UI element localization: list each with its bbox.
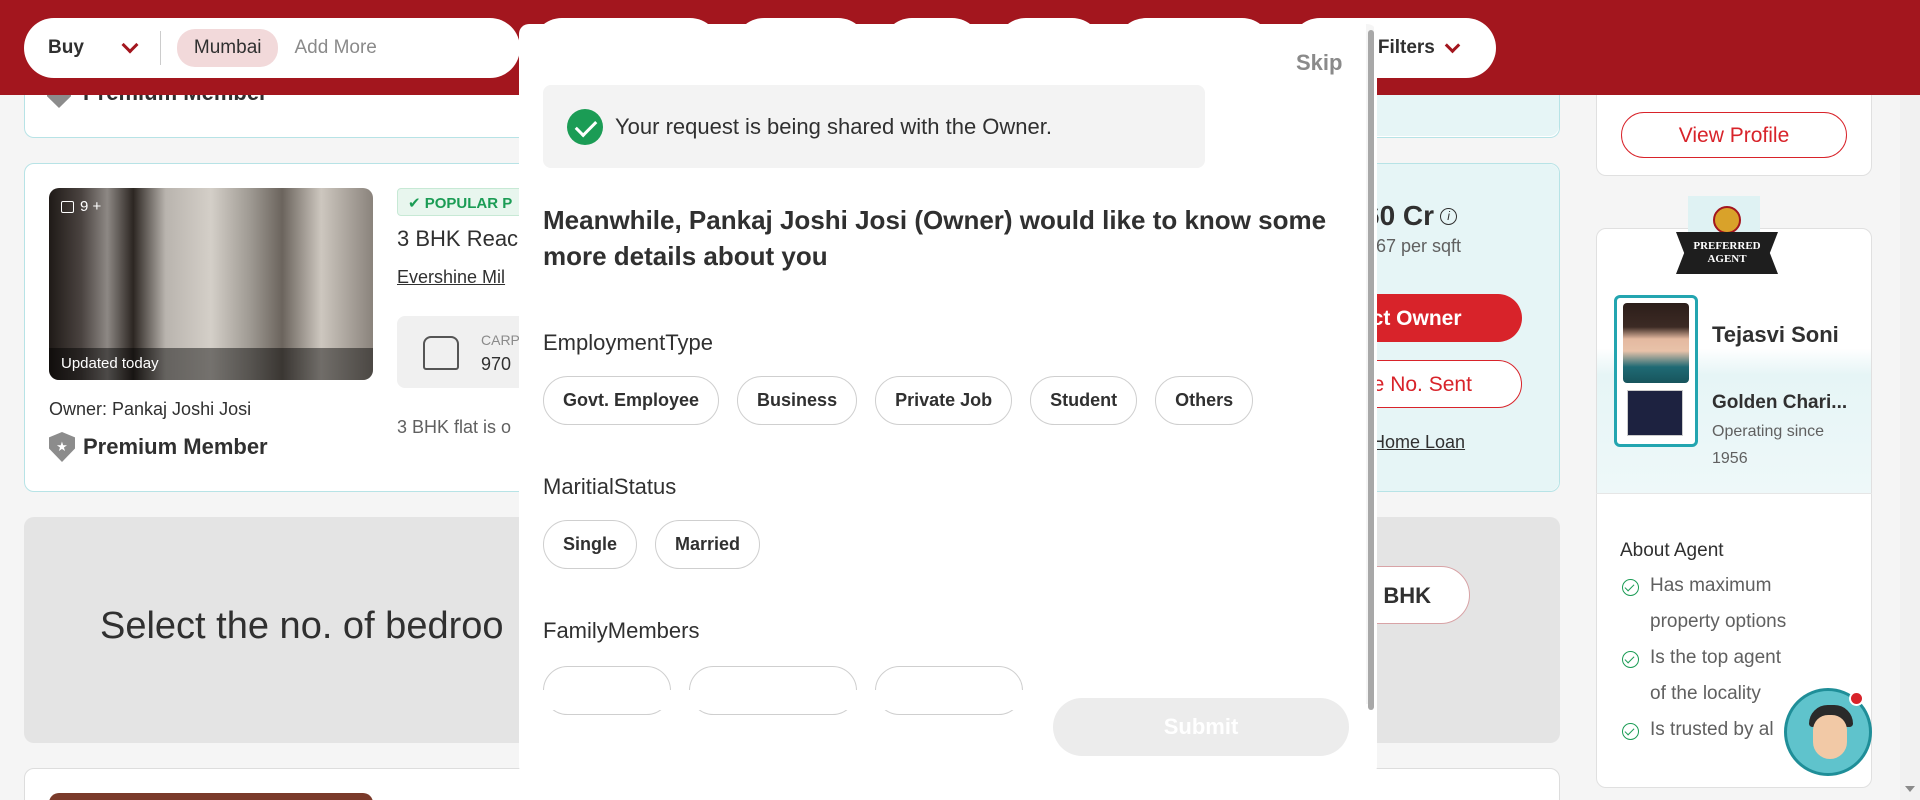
check-circle-icon (1622, 651, 1639, 668)
agent-photo-frame[interactable] (1614, 295, 1698, 447)
marital-option-single[interactable]: Single (543, 520, 638, 569)
premium-member: ★ Premium Member (49, 432, 268, 462)
listing-title[interactable]: 3 BHK Reac (397, 226, 518, 252)
premium-shield-icon: ★ (49, 432, 75, 462)
page-scrollbar[interactable] (1900, 0, 1920, 800)
employment-option-student[interactable]: Student (1030, 376, 1138, 425)
about-agent-item: Is trusted by al (1622, 712, 1802, 748)
about-agent-title: About Agent (1620, 540, 1724, 561)
chevron-down-icon (1444, 37, 1461, 53)
check-circle-icon (1622, 723, 1639, 740)
marital-status-options: Single Married (543, 520, 761, 569)
preferred-agent-badge: PREFERRED AGENT (1676, 232, 1778, 274)
owner-name: Owner: Pankaj Joshi Josi (49, 399, 252, 419)
chevron-down-icon[interactable] (121, 36, 139, 54)
updated-label: Updated today (49, 348, 373, 380)
carpet-area-icon (423, 336, 459, 370)
agency-name: Golden Chari... (1712, 392, 1848, 413)
family-members-label: FamilyMembers (543, 618, 700, 643)
owner-details-modal: Skip Your request is being shared with t… (519, 24, 1377, 776)
buy-dropdown-label[interactable]: Buy (48, 37, 84, 59)
search-pill[interactable]: Buy Mumbai Add More (24, 18, 520, 78)
price: 60 Cr i (1364, 200, 1458, 232)
notification-dot-icon (1849, 691, 1864, 706)
employment-type-label: EmploymentType (543, 330, 713, 355)
marital-status-label: MaritialStatus (543, 474, 677, 499)
carpet-area-label: CARP (481, 332, 520, 348)
employment-type-options: Govt. Employee Business Private Job Stud… (543, 376, 1254, 425)
city-chip[interactable]: Mumbai (176, 29, 279, 67)
image-icon (61, 200, 74, 213)
skip-button[interactable]: Skip (1296, 50, 1342, 76)
modal-scrollbar-thumb[interactable] (1368, 30, 1374, 710)
employment-option-govt-employee[interactable]: Govt. Employee (543, 376, 720, 425)
marital-option-married[interactable]: Married (655, 520, 761, 569)
modal-question: Meanwhile, Pankaj Joshi Josi (Owner) wou… (543, 205, 1327, 271)
property-photo[interactable]: 9 + Updated today (49, 188, 373, 380)
about-agent-item: Has maximum property options (1622, 568, 1802, 640)
support-agent-face-icon (1813, 715, 1847, 759)
premium-member-label: Premium Member (83, 434, 268, 459)
project-link[interactable]: Evershine Mil (397, 267, 505, 288)
notice-text: Your request is being shared with the Ow… (615, 113, 1053, 139)
listing-description: 3 BHK flat is o (397, 417, 512, 437)
agent-avatar[interactable] (1623, 303, 1689, 383)
agent-name[interactable]: Tejasvi Soni (1712, 322, 1839, 348)
employment-option-private-job[interactable]: Private Job (875, 376, 1013, 425)
check-circle-icon (567, 108, 603, 145)
check-circle-icon (1622, 579, 1639, 596)
divider (1596, 493, 1872, 494)
add-more-input[interactable]: Add More (294, 37, 376, 59)
operating-since: Operating since 1956 (1712, 423, 1825, 467)
carpet-area-value: 970 (481, 354, 512, 374)
home-loan-link[interactable]: Home Loan (1372, 432, 1465, 453)
crown-medal-icon (1713, 206, 1741, 234)
submit-button[interactable]: Submit (1053, 698, 1349, 756)
property-photo[interactable] (49, 793, 373, 800)
employment-option-others[interactable]: Others (1155, 376, 1254, 425)
scroll-down-arrow-icon[interactable] (1905, 786, 1915, 792)
photo-count: 9 + (61, 198, 101, 215)
info-icon[interactable]: i (1440, 207, 1458, 225)
agency-logo (1627, 390, 1683, 436)
employment-option-business[interactable]: Business (737, 376, 858, 425)
view-profile-button[interactable]: View Profile (1621, 112, 1847, 158)
about-agent-item: Is the top agent of the locality (1622, 640, 1802, 712)
price-per-sqft: 67 per sqft (1376, 236, 1462, 256)
photo-count-label: 9 + (80, 198, 102, 215)
bhk-selector-title: Select the no. of bedroo (100, 605, 504, 647)
request-shared-notice: Your request is being shared with the Ow… (543, 85, 1205, 168)
divider (159, 31, 161, 65)
